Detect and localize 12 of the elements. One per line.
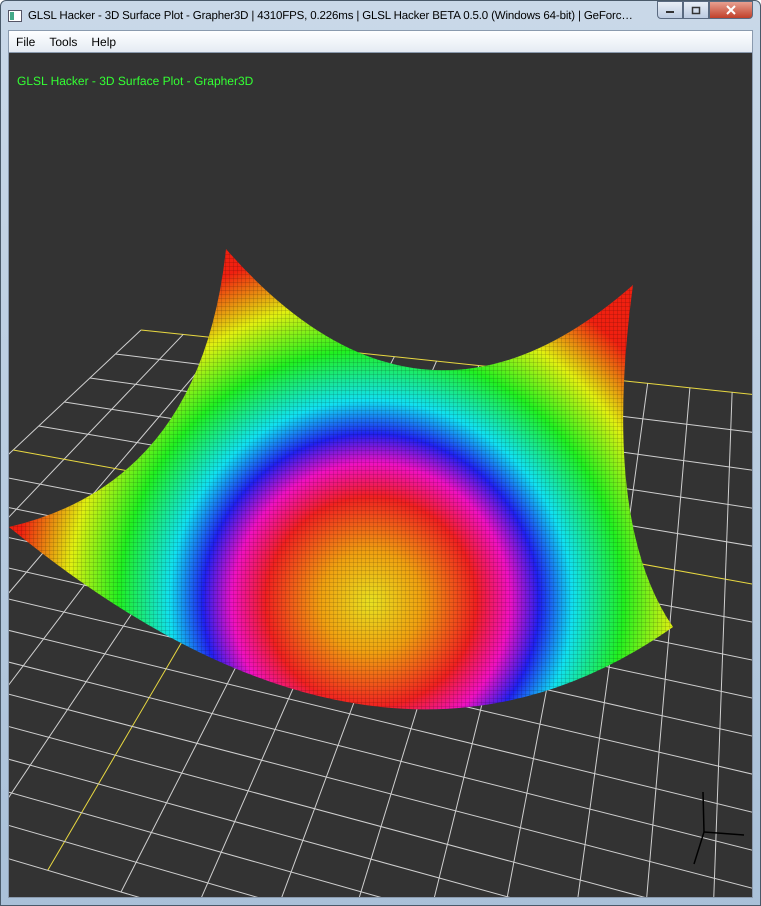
maximize-button[interactable] <box>683 1 709 19</box>
app-icon <box>8 10 22 22</box>
menu-item[interactable]: Help <box>84 34 124 48</box>
overlay-title: GLSL Hacker - 3D Surface Plot - Grapher3D <box>17 74 254 88</box>
axes-icon <box>693 792 744 864</box>
menu-item[interactable]: Tools <box>42 34 84 48</box>
minimize-button[interactable] <box>657 1 683 19</box>
menu-item[interactable]: File <box>9 34 42 48</box>
maximize-icon <box>691 6 701 14</box>
window-title: GLSL Hacker - 3D Surface Plot - Grapher3D | 4310FPS, 0.226ms | GLSL Hacker BETA 0.5.0 (Windows 64-bit) | GeForc… <box>28 10 634 22</box>
close-icon <box>725 5 737 15</box>
close-button[interactable] <box>709 1 753 19</box>
